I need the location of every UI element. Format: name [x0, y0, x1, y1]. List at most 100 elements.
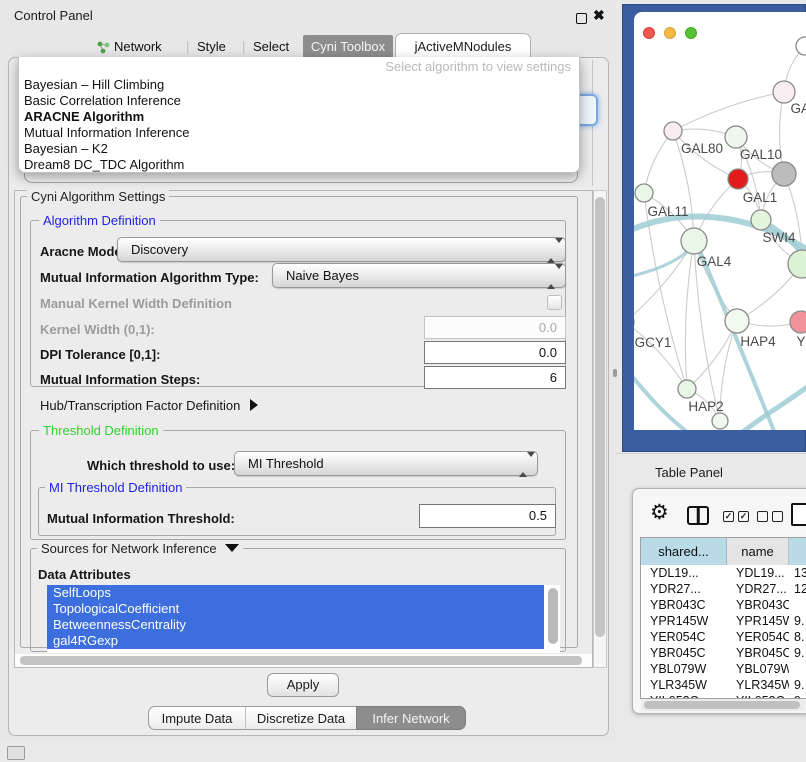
column-header[interactable]: A [789, 538, 806, 565]
table-cell: YLR345W [641, 677, 727, 693]
table-row[interactable]: YBL079WYBL079W [641, 661, 806, 677]
network-edge-bundle[interactable] [730, 380, 806, 430]
dropdown-item[interactable]: Mutual Information Inference [19, 125, 579, 141]
kernel-width-field[interactable]: 0.0 [424, 316, 566, 339]
dropdown-item[interactable]: Basic Correlation Inference [19, 93, 579, 109]
table-cell [789, 661, 806, 677]
file-icon[interactable] [791, 503, 806, 526]
table-horizontal-scrollbar[interactable] [641, 699, 805, 711]
float-window-icon[interactable] [576, 13, 587, 24]
tab-impute-data[interactable]: Impute Data [148, 706, 245, 730]
network-node-top-outline[interactable] [796, 37, 806, 55]
network-edge[interactable] [634, 322, 687, 389]
select-all-icon[interactable]: ✓ [738, 511, 749, 522]
table-panel-title: Table Panel [655, 465, 723, 480]
which-threshold-combobox[interactable]: MI Threshold [234, 451, 538, 476]
chevron-updown-icon [547, 243, 556, 258]
close-icon[interactable]: ✖ [593, 7, 605, 24]
column-header[interactable]: name [727, 538, 789, 565]
network-node-big-green[interactable] [788, 250, 806, 278]
network-node-GAL10[interactable] [725, 126, 747, 148]
manual-kernel-width-checkbox[interactable] [547, 295, 562, 310]
table-row[interactable]: YLR345WYLR345W9. [641, 677, 806, 693]
table-row[interactable]: YBR043CYBR043C [641, 597, 806, 613]
network-tab-icon [97, 41, 111, 55]
table-row[interactable]: YBR045CYBR045C9. [641, 645, 806, 661]
attribute-list-item[interactable]: gal4RGexp [47, 633, 544, 649]
table-row[interactable]: YDR27...YDR27...12 [641, 581, 806, 597]
network-node-top-pink[interactable] [773, 81, 795, 103]
scrollbar-thumb[interactable] [595, 197, 605, 637]
tab-discretize-data[interactable]: Discretize Data [245, 706, 356, 730]
network-edge[interactable] [673, 92, 784, 131]
network-edge[interactable] [685, 241, 694, 389]
network-node-label: GAL11 [647, 204, 688, 219]
tab-style[interactable]: Style [197, 39, 226, 54]
deselect-all-icon[interactable] [772, 511, 783, 522]
network-node-GAL11[interactable] [635, 184, 653, 202]
tab-infer-network[interactable]: Infer Network [356, 706, 466, 730]
table-cell: YER054C [727, 629, 789, 645]
network-view-window[interactable]: GALGAL80GAL10GAL1GAL11SWI4GAL4HAP4YGCY1H… [634, 12, 806, 430]
network-node-GAL1-red[interactable] [728, 169, 748, 189]
dropdown-item[interactable]: Bayesian – K2 [19, 141, 579, 157]
network-node-HAP4[interactable] [725, 309, 749, 333]
mi-threshold-title: MI Threshold Definition [45, 480, 186, 495]
mi-algorithm-type-combobox[interactable]: Naive Bayes [272, 263, 566, 288]
network-node-label: Y [796, 334, 805, 349]
columns-icon[interactable] [687, 506, 709, 525]
data-attributes-list[interactable]: SelfLoopsTopologicalCoefficientBetweenne… [47, 585, 560, 653]
hub-definition-expander[interactable]: Hub/Transcription Factor Definition [40, 398, 258, 413]
vertical-scrollbar[interactable] [593, 190, 607, 668]
zoom-traffic-light[interactable] [685, 27, 697, 39]
network-node-label: GAL4 [697, 254, 732, 269]
attribute-list-item[interactable]: TopologicalCoefficient [47, 601, 544, 617]
network-node-bottom-node[interactable] [712, 413, 728, 429]
resize-grip[interactable] [7, 746, 25, 760]
split-pane-handle[interactable] [613, 369, 617, 377]
network-node-GAL80[interactable] [664, 122, 682, 140]
network-edge-bundle[interactable] [634, 364, 704, 430]
tab-select[interactable]: Select [253, 39, 289, 54]
select-all-icon[interactable]: ✓ [723, 511, 734, 522]
sources-collapser[interactable]: Sources for Network Inference [37, 541, 243, 556]
mi-steps-field[interactable]: 6 [424, 366, 566, 389]
expand-right-icon[interactable] [250, 399, 258, 411]
column-header[interactable]: shared... [641, 538, 727, 565]
list-scrollbar[interactable] [548, 588, 558, 644]
table-row[interactable]: YDL19...YDL19...13 [641, 565, 806, 581]
dropdown-item[interactable]: ARACNE Algorithm [19, 109, 579, 125]
tab-jactivemnodules[interactable]: jActiveMNodules [395, 33, 531, 58]
attribute-list-item[interactable]: SelfLoops [47, 585, 544, 601]
minimize-traffic-light[interactable] [664, 27, 676, 39]
mi-threshold-field[interactable]: 0.5 [419, 504, 556, 528]
gear-icon[interactable]: ⚙ [650, 502, 669, 523]
horizontal-scrollbar[interactable] [15, 654, 592, 667]
network-node-SWI4[interactable] [751, 210, 771, 230]
tab-cyni-toolbox[interactable]: Cyni Toolbox [303, 35, 393, 58]
scrollbar-thumb[interactable] [20, 656, 582, 665]
dpi-tolerance-field[interactable]: 0.0 [424, 341, 566, 364]
dropdown-item[interactable]: Dream8 DC_TDC Algorithm [19, 157, 579, 173]
network-node-HAP2[interactable] [678, 380, 696, 398]
network-node-salmon-node[interactable] [790, 311, 806, 333]
network-node-gray-node[interactable] [772, 162, 796, 186]
sources-title: Sources for Network Inference [41, 541, 217, 556]
network-node-GAL4[interactable] [681, 228, 707, 254]
dropdown-item[interactable]: Bayesian – Hill Climbing [19, 77, 579, 93]
network-canvas[interactable]: GALGAL80GAL10GAL1GAL11SWI4GAL4HAP4YGCY1H… [634, 12, 806, 430]
deselect-all-icon[interactable] [757, 511, 768, 522]
attribute-list-item[interactable]: BetweennessCentrality [47, 617, 544, 633]
network-edge[interactable] [687, 321, 737, 389]
network-edge[interactable] [644, 131, 673, 193]
network-node-label: GAL [790, 101, 806, 116]
scrollbar-thumb[interactable] [644, 701, 800, 709]
close-traffic-light[interactable] [643, 27, 655, 39]
table-row[interactable]: YPR145WYPR145W9. [641, 613, 806, 629]
tab-network[interactable]: Network [114, 39, 162, 54]
apply-button[interactable]: Apply [267, 673, 339, 697]
table-cell: YDL19... [727, 565, 789, 581]
table-row[interactable]: YER054CYER054C8. [641, 629, 806, 645]
aracne-mode-combobox[interactable]: Discovery [117, 237, 566, 262]
collapse-down-icon[interactable] [225, 544, 239, 552]
